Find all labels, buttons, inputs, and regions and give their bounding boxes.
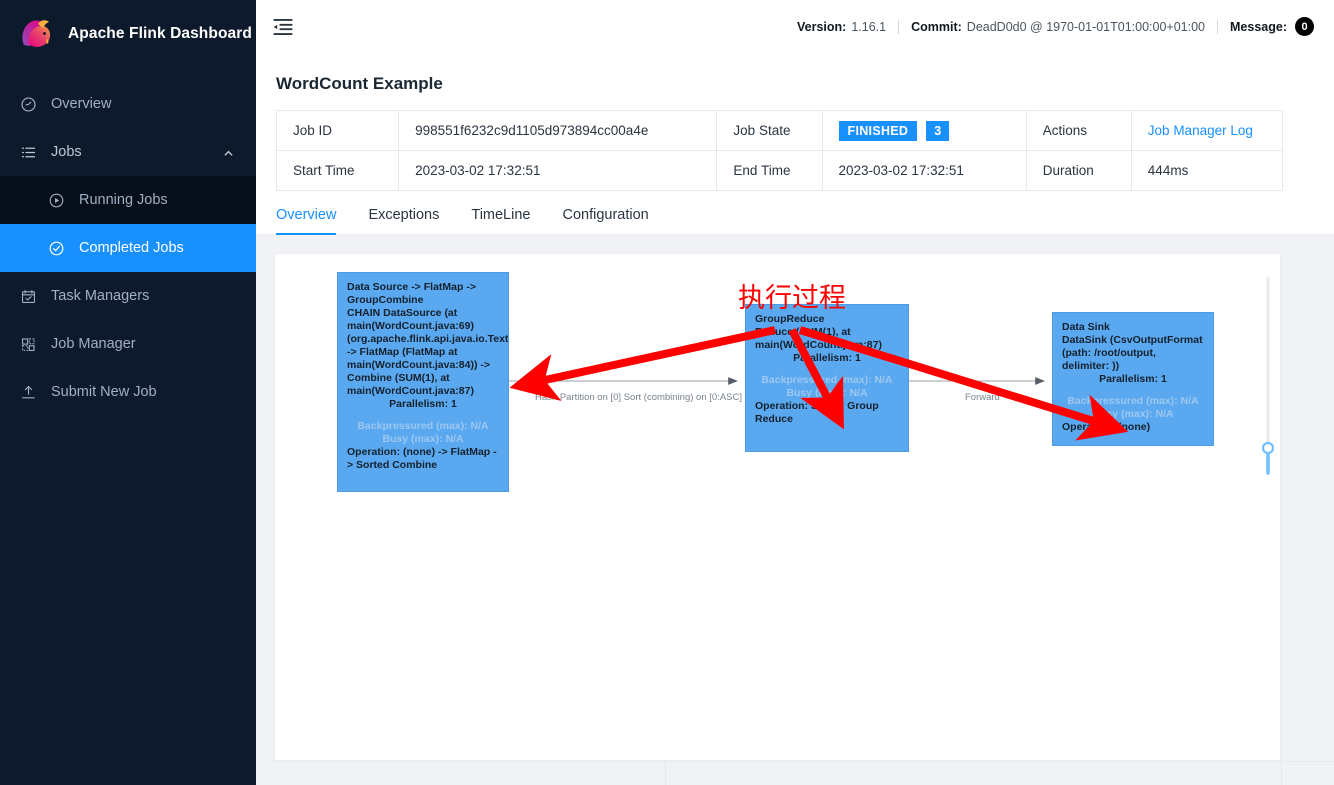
job-id-label: Job ID [275, 110, 400, 151]
status-badge: FINISHED [838, 120, 918, 141]
tab-overview[interactable]: Overview [276, 207, 337, 235]
sidebar-item-label: Completed Jobs [79, 240, 184, 256]
node-backpressured: Backpressured (max): N/A [1067, 395, 1199, 407]
sidebar-item-submit-new-job[interactable]: Submit New Job [0, 368, 256, 416]
sidebar-item-jobs[interactable]: Jobs [0, 128, 256, 176]
job-tabs: Overview Exceptions TimeLine Configurati… [256, 191, 1334, 235]
sidebar-item-running-jobs[interactable]: Running Jobs [0, 176, 256, 224]
node-backpressured: Backpressured (max): N/A [761, 374, 893, 386]
separator [898, 19, 900, 34]
job-state-label: Job State [716, 110, 823, 151]
start-time-value: 2023-03-02 17:32:51 [398, 150, 718, 191]
sidebar-item-task-managers[interactable]: Task Managers [0, 272, 256, 320]
status-count-badge: 3 [926, 120, 950, 141]
sidebar-item-label: Job Manager [51, 336, 136, 352]
table-row: Start Time 2023-03-02 17:32:51 End Time … [275, 150, 1284, 191]
chevron-up-icon [223, 147, 234, 158]
graph-edge-label: Forward [965, 392, 1000, 403]
cluster-layout-icon [20, 336, 37, 353]
sidebar-item-label: Overview [51, 96, 112, 112]
node-busy: Busy (max): N/A [1092, 408, 1174, 420]
node-name: Data Sink [1062, 321, 1110, 333]
job-header: WordCount Example Job ID 998551f6232c9d1… [256, 54, 1334, 191]
duration-label: Duration [1025, 150, 1132, 191]
flink-squirrel-logo-icon [16, 14, 56, 54]
page-title: WordCount Example [276, 74, 443, 93]
sidebar-item-label: Task Managers [51, 288, 150, 304]
job-graph-area: ••• Data Source -> FlatMap -> GroupCombi… [256, 235, 1334, 785]
job-info-table: Job ID 998551f6232c9d1105d973894cc00a4e … [275, 110, 1284, 191]
node-description: CHAIN DataSource (at main(WordCount.java… [347, 307, 509, 397]
message-count-badge[interactable]: 0 [1295, 17, 1314, 36]
job-manager-log-cell: Job Manager Log [1130, 110, 1284, 151]
commit-label: Commit: [911, 19, 962, 34]
commit-value: DeadD0d0 @ 1970-01-01T01:00:00+01:00 [966, 19, 1206, 34]
play-circle-icon [48, 192, 65, 209]
graph-node-data-sink[interactable]: Data Sink DataSink (CsvOutputFormat (pat… [1052, 312, 1214, 446]
bottom-panel-strip: ••• [274, 761, 1334, 785]
graph-zoom-slider[interactable] [1260, 276, 1276, 476]
job-id-value: 998551f6232c9d1105d973894cc00a4e [398, 110, 718, 151]
sidebar-nav: Overview Jobs Running Jobs Completed Job… [0, 80, 256, 416]
job-state-cell: FINISHED 3 [821, 110, 1027, 151]
separator [1217, 19, 1219, 34]
topbar-meta: Version: 1.16.1 Commit: DeadD0d0 @ 1970-… [797, 17, 1314, 36]
node-busy: Busy (max): N/A [786, 387, 868, 399]
brand-title: Apache Flink Dashboard [68, 25, 252, 42]
sidebar-item-overview[interactable]: Overview [0, 80, 256, 128]
annotation-text: 执行过程 [738, 283, 846, 314]
graph-node-data-source[interactable]: Data Source -> FlatMap -> GroupCombine C… [337, 272, 509, 492]
upload-icon [20, 384, 37, 401]
sidebar: Apache Flink Dashboard Overview Jobs Run… [0, 0, 256, 785]
message-label: Message: [1230, 19, 1287, 34]
brand[interactable]: Apache Flink Dashboard [0, 0, 256, 68]
node-name: Data Source -> FlatMap -> GroupCombine [347, 281, 476, 306]
graph-node-group-reduce[interactable]: GroupReduce Reduce (SUM(1), at main(Word… [745, 304, 909, 452]
end-time-value: 2023-03-02 17:32:51 [821, 150, 1027, 191]
tab-configuration[interactable]: Configuration [562, 207, 648, 234]
sidebar-item-label: Submit New Job [51, 384, 157, 400]
menu-fold-icon[interactable] [270, 14, 296, 40]
tab-timeline[interactable]: TimeLine [471, 207, 530, 234]
version-value: 1.16.1 [851, 19, 887, 34]
actions-label: Actions [1025, 110, 1132, 151]
node-parallelism: Parallelism: 1 [1099, 373, 1167, 385]
node-backpressured: Backpressured (max): N/A [357, 420, 489, 432]
graph-edge-label: Hash Partition on [0] Sort (combining) o… [535, 392, 742, 403]
node-busy: Busy (max): N/A [382, 433, 464, 445]
sidebar-item-job-manager[interactable]: Job Manager [0, 320, 256, 368]
dashboard-gauge-icon [20, 96, 37, 113]
app-root: Apache Flink Dashboard Overview Jobs Run… [0, 0, 1334, 785]
node-parallelism: Parallelism: 1 [389, 398, 457, 410]
sidebar-item-label: Jobs [51, 144, 82, 160]
duration-value: 444ms [1130, 150, 1284, 191]
main-content: Version: 1.16.1 Commit: DeadD0d0 @ 1970-… [256, 0, 1334, 785]
sidebar-item-completed-jobs[interactable]: Completed Jobs [0, 224, 256, 272]
sidebar-item-label: Running Jobs [79, 192, 168, 208]
node-name: GroupReduce [755, 313, 825, 325]
start-time-label: Start Time [275, 150, 400, 191]
topbar: Version: 1.16.1 Commit: DeadD0d0 @ 1970-… [256, 0, 1334, 54]
tab-exceptions[interactable]: Exceptions [368, 207, 439, 234]
end-time-label: End Time [716, 150, 823, 191]
check-circle-icon [48, 240, 65, 257]
job-manager-log-link[interactable]: Job Manager Log [1148, 123, 1253, 138]
node-description: DataSink (CsvOutputFormat (path: /root/o… [1062, 334, 1203, 372]
node-operation: Operation: (none) -> FlatMap -> Sorted C… [347, 446, 497, 471]
table-row: Job ID 998551f6232c9d1105d973894cc00a4e … [275, 110, 1284, 151]
list-icon [20, 144, 37, 161]
node-operation: Operation: (none) [1062, 421, 1151, 433]
calendar-check-icon [20, 288, 37, 305]
job-graph-canvas[interactable]: Data Source -> FlatMap -> GroupCombine C… [274, 253, 1281, 761]
node-parallelism: Parallelism: 1 [793, 352, 861, 364]
version-label: Version: [797, 19, 847, 34]
node-description: Reduce (SUM(1), at main(WordCount.java:8… [755, 326, 882, 351]
node-operation: Operation: Sorted Group Reduce [755, 400, 879, 425]
